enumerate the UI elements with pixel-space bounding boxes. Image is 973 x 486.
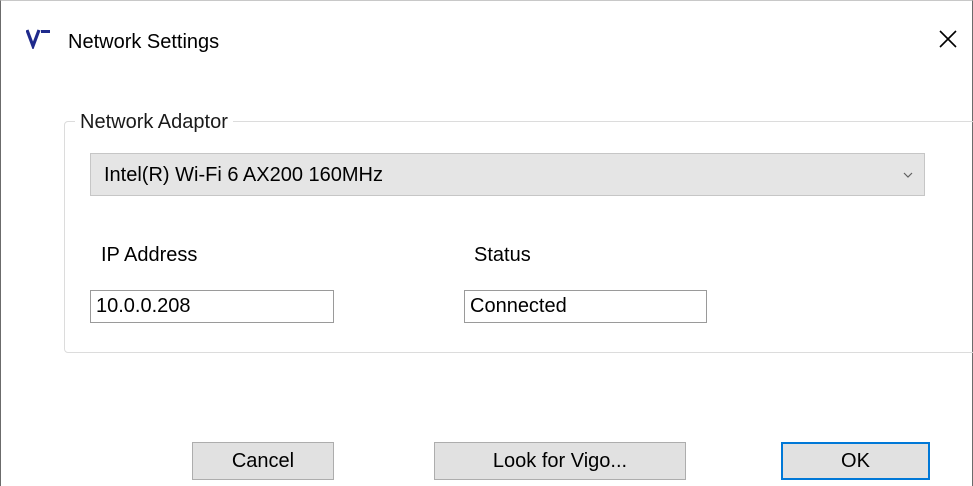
network-adapter-selected: Intel(R) Wi-Fi 6 AX200 160MHz <box>104 163 383 186</box>
status-label: Status <box>474 244 531 266</box>
network-settings-dialog: Network Settings Network Adaptor Intel(R… <box>0 0 973 486</box>
ip-address-field[interactable] <box>90 290 334 323</box>
ip-address-label: IP Address <box>101 244 198 266</box>
status-field[interactable] <box>464 290 707 323</box>
cancel-button[interactable]: Cancel <box>192 442 334 480</box>
look-for-vigo-button[interactable]: Look for Vigo... <box>434 442 686 480</box>
window-title: Network Settings <box>68 31 220 53</box>
network-adaptor-group-label: Network Adaptor <box>75 109 233 135</box>
ok-button[interactable]: OK <box>781 442 930 480</box>
close-icon <box>938 29 958 54</box>
close-button[interactable] <box>926 19 970 63</box>
network-adapter-dropdown[interactable]: Intel(R) Wi-Fi 6 AX200 160MHz <box>90 153 925 196</box>
vigo-logo-icon <box>25 27 52 51</box>
title-bar[interactable]: Network Settings <box>1 1 972 81</box>
chevron-down-icon <box>892 172 924 178</box>
